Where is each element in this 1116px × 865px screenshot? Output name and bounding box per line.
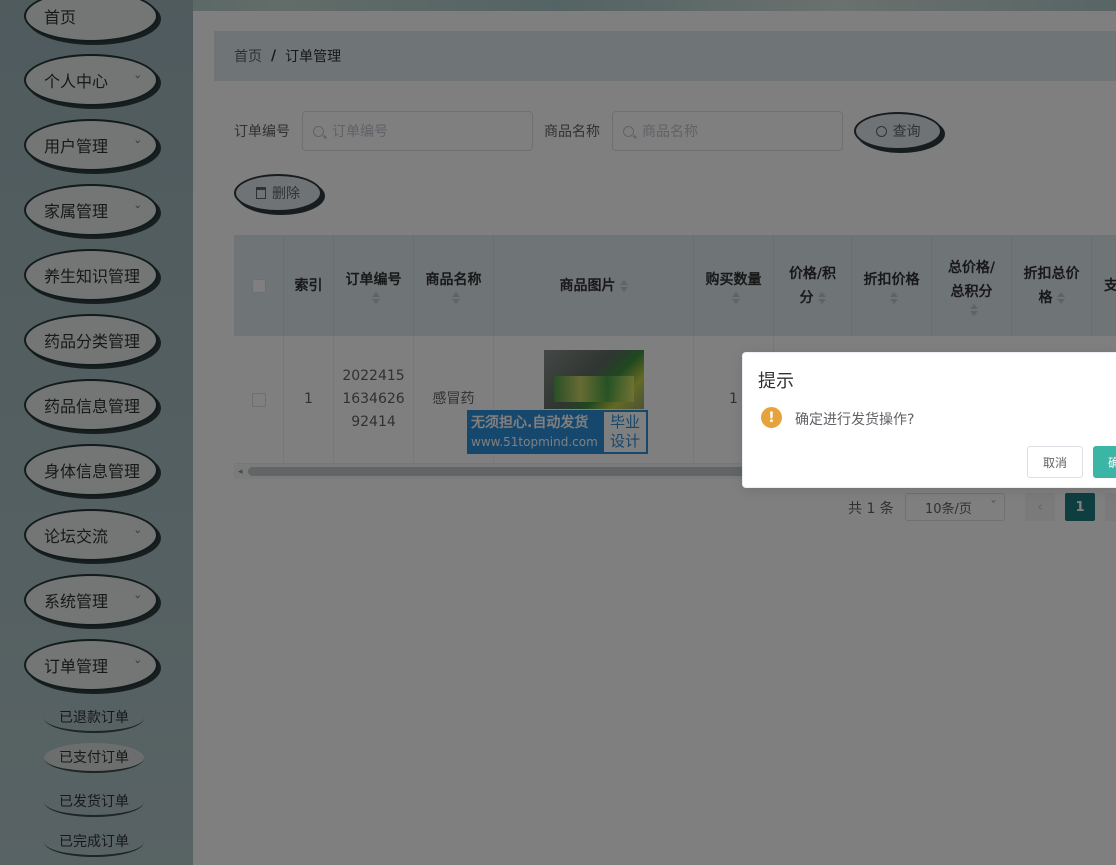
- confirm-button[interactable]: 确定: [1093, 446, 1116, 478]
- cancel-button[interactable]: 取消: [1027, 446, 1083, 478]
- warning-icon: !: [761, 407, 782, 428]
- dialog-message: 确定进行发货操作?: [795, 412, 915, 428]
- confirm-dialog: 提示 ! 确定进行发货操作? 取消 确定: [742, 352, 1116, 488]
- dialog-title: 提示: [758, 371, 794, 392]
